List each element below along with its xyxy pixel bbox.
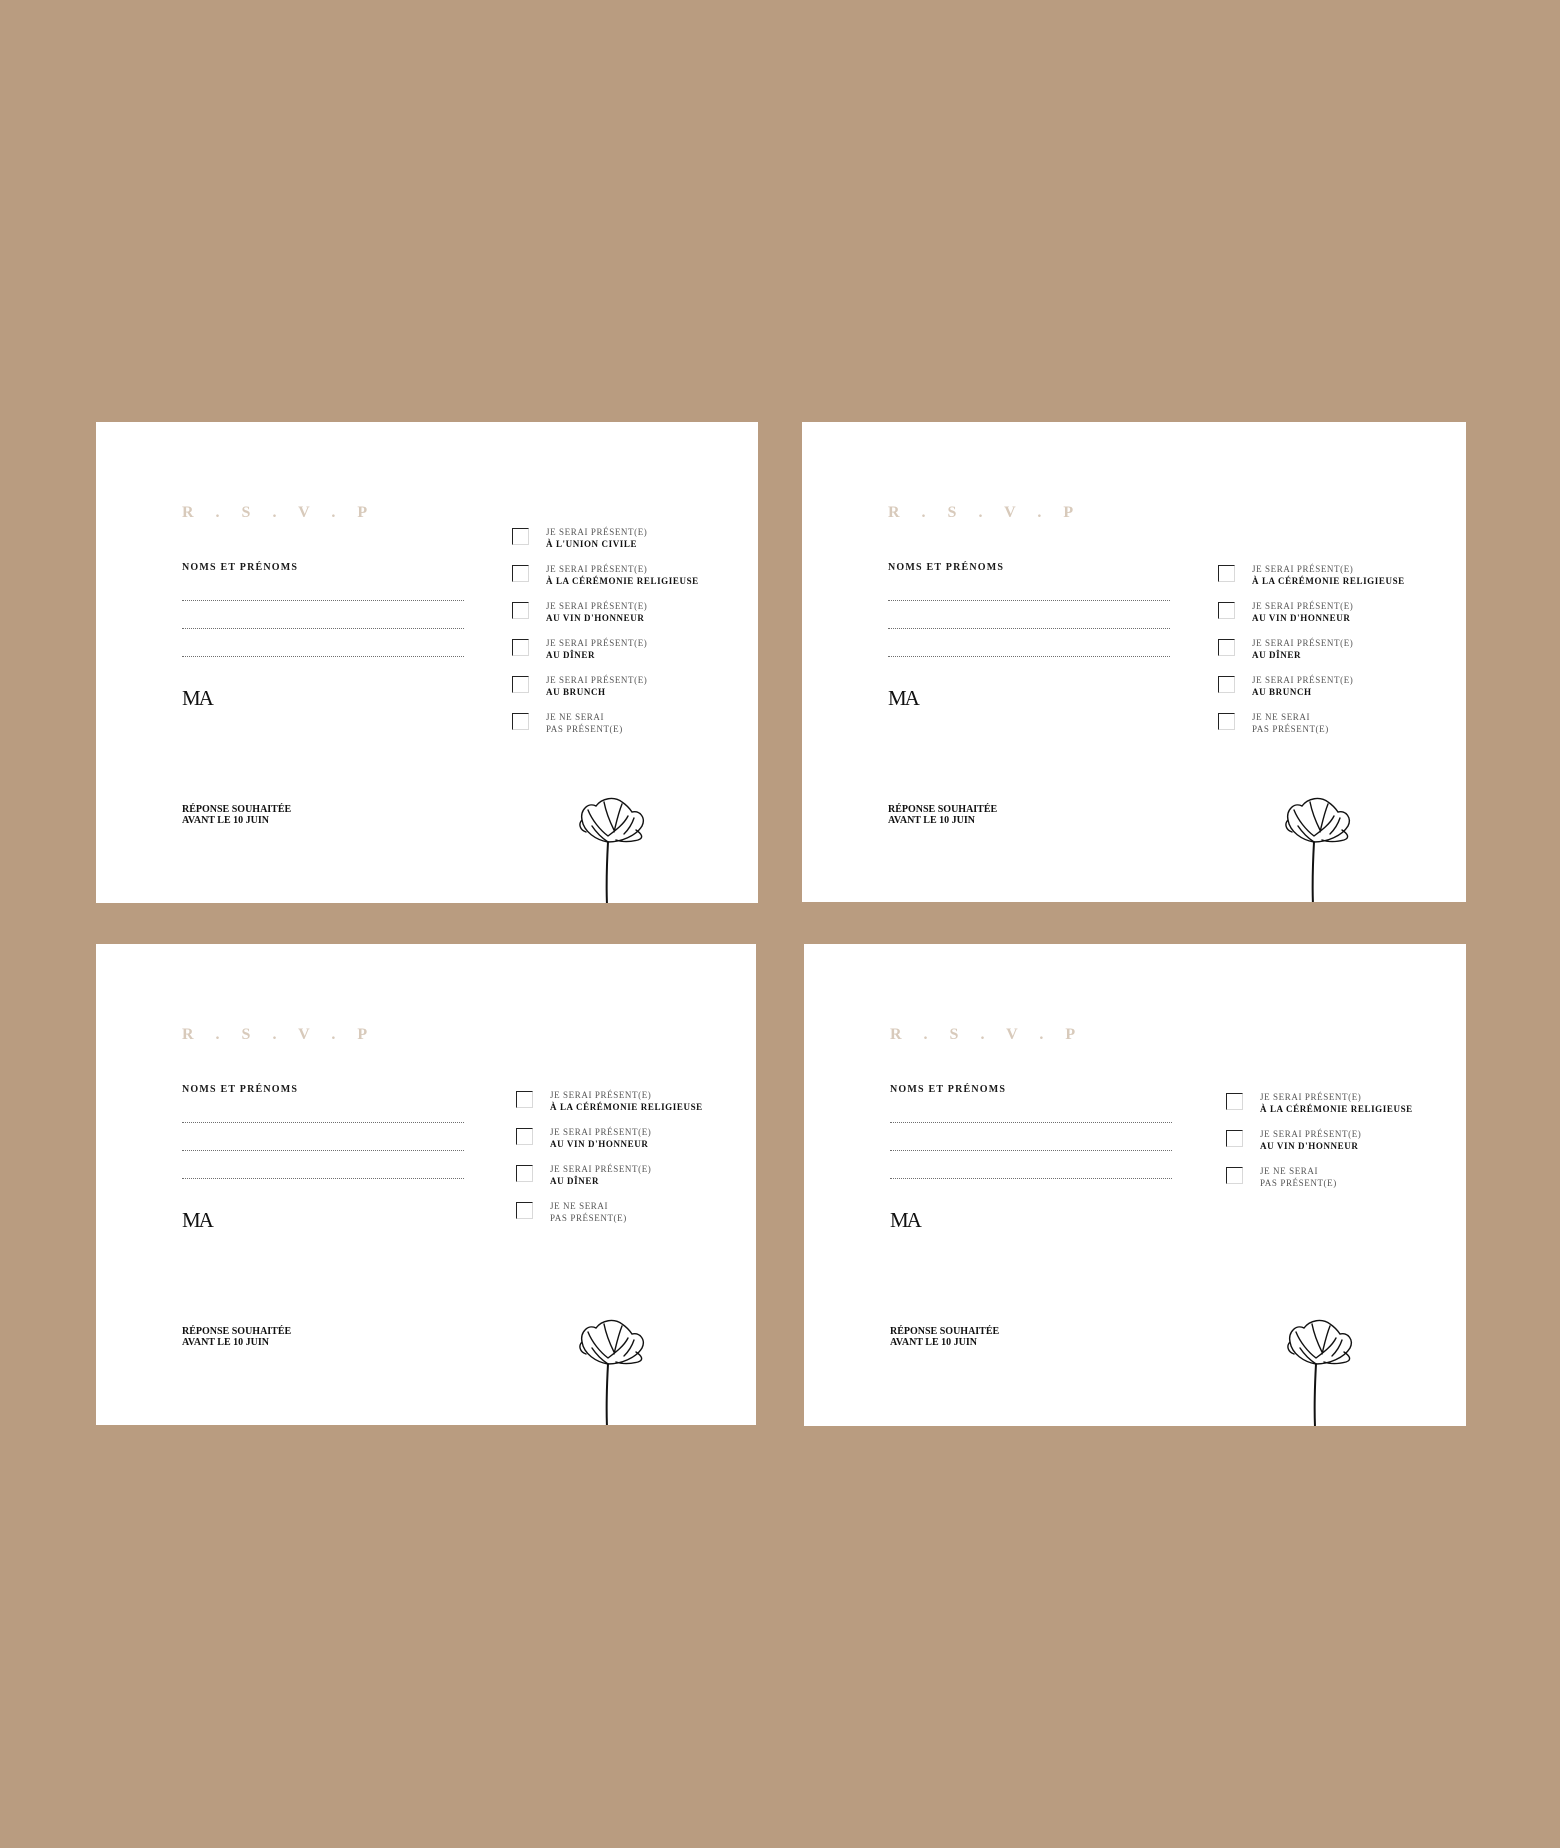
option-diner[interactable]: Je serai présent(e) au dîner: [512, 637, 752, 667]
option-brunch[interactable]: Je serai présent(e) au brunch: [1218, 674, 1458, 704]
flower-illustration-icon: [1287, 1319, 1352, 1426]
option-text: Je serai présent(e) à la cérémonie religi…: [1260, 1092, 1413, 1114]
checkbox[interactable]: [512, 676, 529, 693]
name-line-2[interactable]: [182, 1150, 464, 1151]
option-text: Je serai présent(e) au vin d'honneur: [1252, 601, 1354, 623]
checkbox[interactable]: [1218, 565, 1235, 582]
option-ceremonie-religieuse[interactable]: Je serai présent(e) à la cérémonie religi…: [1226, 1091, 1466, 1121]
flower-illustration-icon: [579, 1319, 644, 1425]
rsvp-title: R . S . V . P: [888, 504, 1083, 521]
checkbox[interactable]: [512, 602, 529, 619]
option-text: Je serai présent(e) à la cérémonie religi…: [550, 1090, 703, 1112]
checkbox[interactable]: [1218, 639, 1235, 656]
flower-illustration-icon: [1285, 797, 1350, 902]
flower-illustration-icon: [579, 797, 644, 903]
name-line-3[interactable]: [182, 1178, 464, 1179]
names-label: Noms et prénoms: [890, 1084, 1007, 1095]
reply-deadline: Réponse souhaitée avant le 10 juin: [890, 1326, 999, 1348]
option-absent[interactable]: Je ne serai pas présent(e): [512, 711, 752, 741]
option-text: Je serai présent(e) à la cérémonie religi…: [1252, 564, 1405, 586]
checkbox[interactable]: [1226, 1130, 1243, 1147]
option-text: Je serai présent(e) au vin d'honneur: [546, 601, 648, 623]
deadline-line-1: Réponse souhaitée: [890, 1326, 1000, 1337]
option-text: Je serai présent(e) au vin d'honneur: [1260, 1129, 1362, 1151]
option-text: Je serai présent(e) au brunch: [1252, 675, 1354, 697]
names-label: Noms et prénoms: [182, 1084, 299, 1095]
option-text: Je serai présent(e) au dîner: [546, 638, 648, 660]
option-union-civile[interactable]: Je serai présent(e) à l'union civile: [512, 526, 752, 556]
option-text: Je serai présent(e) à la cérémonie religi…: [546, 564, 699, 586]
checkbox[interactable]: [512, 713, 529, 730]
checkbox[interactable]: [1218, 713, 1235, 730]
deadline-line-2: avant le 10 juin: [182, 1337, 269, 1348]
name-line-2[interactable]: [890, 1150, 1172, 1151]
option-ceremonie-religieuse[interactable]: Je serai présent(e) à la cérémonie religi…: [1218, 563, 1458, 593]
deadline-line-2: avant le 10 juin: [888, 815, 975, 826]
option-text: Je serai présent(e) au dîner: [550, 1164, 652, 1186]
name-line-1[interactable]: [890, 1122, 1172, 1123]
option-text: Je serai présent(e) au dîner: [1252, 638, 1354, 660]
option-vin-honneur[interactable]: Je serai présent(e) au vin d'honneur: [516, 1126, 756, 1156]
name-line-3[interactable]: [182, 656, 464, 657]
rsvp-title: R . S . V . P: [182, 1026, 377, 1043]
option-text: Je ne serai pas présent(e): [546, 712, 623, 734]
option-brunch[interactable]: Je serai présent(e) au brunch: [512, 674, 752, 704]
reply-deadline: Réponse souhaitée avant le 10 juin: [182, 804, 291, 826]
option-text: Je ne serai pas présent(e): [1260, 1166, 1337, 1188]
option-vin-honneur[interactable]: Je serai présent(e) au vin d'honneur: [512, 600, 752, 630]
checkbox[interactable]: [516, 1091, 533, 1108]
deadline-line-1: Réponse souhaitée: [888, 804, 998, 815]
option-vin-honneur[interactable]: Je serai présent(e) au vin d'honneur: [1218, 600, 1458, 630]
option-text: Je serai présent(e) au brunch: [546, 675, 648, 697]
option-diner[interactable]: Je serai présent(e) au dîner: [1218, 637, 1458, 667]
name-line-2[interactable]: [888, 628, 1170, 629]
checkbox[interactable]: [1218, 676, 1235, 693]
option-ceremonie-religieuse[interactable]: Je serai présent(e) à la cérémonie religi…: [516, 1089, 756, 1119]
option-ceremonie-religieuse[interactable]: Je serai présent(e) à la cérémonie religi…: [512, 563, 752, 593]
names-label: Noms et prénoms: [888, 562, 1005, 573]
rsvp-title: R . S . V . P: [890, 1026, 1085, 1043]
reply-deadline: Réponse souhaitée avant le 10 juin: [888, 804, 997, 826]
checkbox[interactable]: [516, 1165, 533, 1182]
checkbox[interactable]: [512, 639, 529, 656]
option-text: Je ne serai pas présent(e): [550, 1201, 627, 1223]
rsvp-card-2: R . S . V . P Noms et prénoms MA Réponse…: [802, 422, 1466, 902]
rsvp-card-3: R . S . V . P Noms et prénoms MA Réponse…: [96, 944, 756, 1425]
rsvp-card-4: R . S . V . P Noms et prénoms MA Réponse…: [804, 944, 1466, 1426]
deadline-line-2: avant le 10 juin: [890, 1337, 977, 1348]
names-label: Noms et prénoms: [182, 562, 299, 573]
checkbox[interactable]: [512, 528, 529, 545]
checkbox[interactable]: [516, 1202, 533, 1219]
name-line-2[interactable]: [182, 628, 464, 629]
option-absent[interactable]: Je ne serai pas présent(e): [1218, 711, 1458, 741]
option-text: Je serai présent(e) au vin d'honneur: [550, 1127, 652, 1149]
monogram: MA: [182, 1208, 214, 1232]
deadline-line-2: avant le 10 juin: [182, 815, 269, 826]
name-line-3[interactable]: [888, 656, 1170, 657]
option-text: Je serai présent(e) à l'union civile: [546, 527, 648, 549]
deadline-line-1: Réponse souhaitée: [182, 804, 292, 815]
option-diner[interactable]: Je serai présent(e) au dîner: [516, 1163, 756, 1193]
option-text: Je ne serai pas présent(e): [1252, 712, 1329, 734]
monogram: MA: [182, 686, 214, 710]
option-absent[interactable]: Je ne serai pas présent(e): [516, 1200, 756, 1230]
checkbox[interactable]: [1218, 602, 1235, 619]
deadline-line-1: Réponse souhaitée: [182, 1326, 292, 1337]
name-line-1[interactable]: [888, 600, 1170, 601]
name-line-1[interactable]: [182, 1122, 464, 1123]
name-line-3[interactable]: [890, 1178, 1172, 1179]
name-line-1[interactable]: [182, 600, 464, 601]
option-vin-honneur[interactable]: Je serai présent(e) au vin d'honneur: [1226, 1128, 1466, 1158]
checkbox[interactable]: [1226, 1167, 1243, 1184]
checkbox[interactable]: [1226, 1093, 1243, 1110]
rsvp-title: R . S . V . P: [182, 504, 377, 521]
monogram: MA: [890, 1208, 922, 1232]
rsvp-card-1: R . S . V . P Noms et prénoms MA Réponse…: [96, 422, 758, 903]
reply-deadline: Réponse souhaitée avant le 10 juin: [182, 1326, 291, 1348]
checkbox[interactable]: [516, 1128, 533, 1145]
monogram: MA: [888, 686, 920, 710]
option-absent[interactable]: Je ne serai pas présent(e): [1226, 1165, 1466, 1195]
checkbox[interactable]: [512, 565, 529, 582]
